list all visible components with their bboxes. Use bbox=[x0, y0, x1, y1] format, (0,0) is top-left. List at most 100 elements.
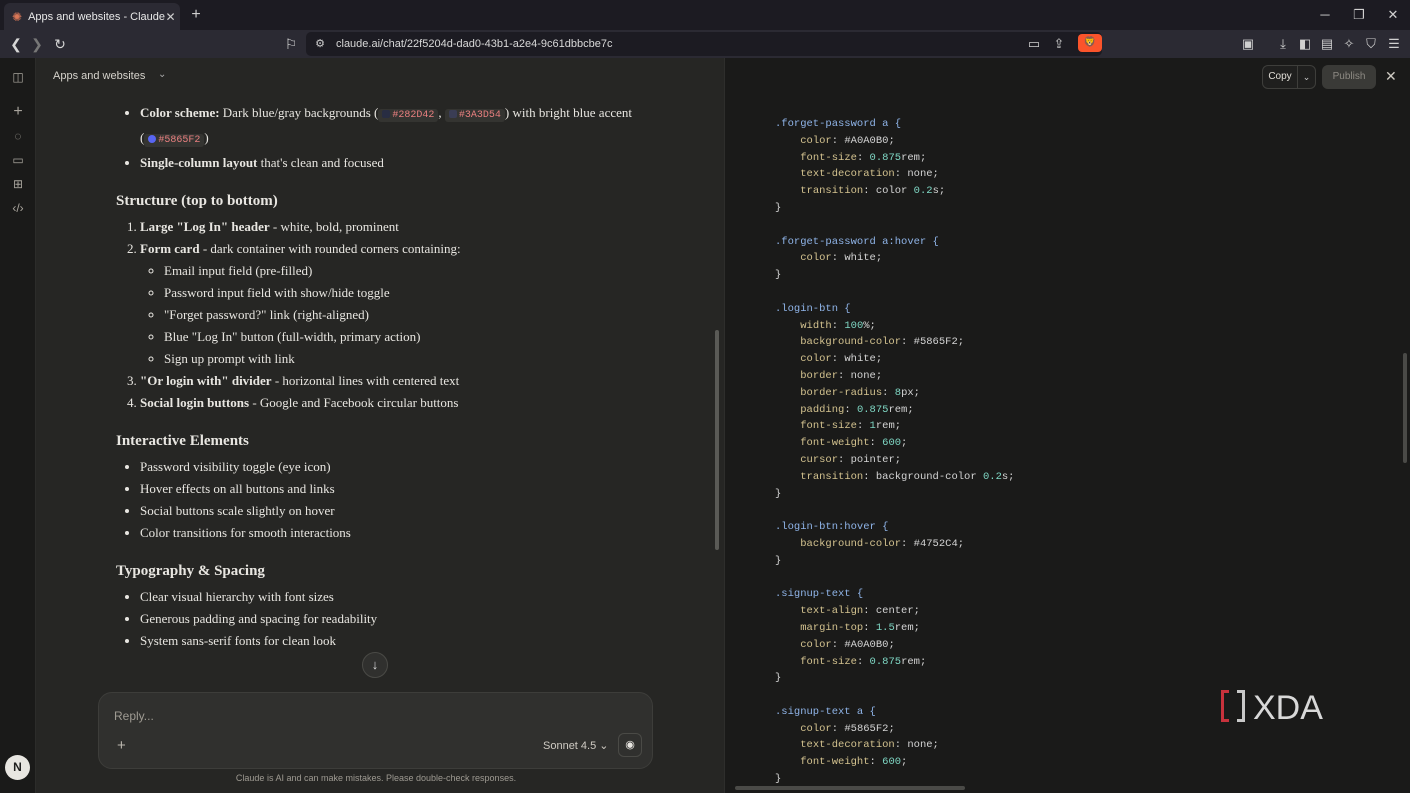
model-selector[interactable]: Sonnet 4.5 ⌄ bbox=[543, 739, 609, 752]
code-line: } bbox=[775, 269, 782, 282]
close-icon[interactable]: ✕ bbox=[1385, 68, 1397, 85]
xda-watermark-logo: XDA bbox=[1217, 686, 1353, 728]
watermark-text: XDA bbox=[1253, 689, 1323, 727]
projects-icon[interactable]: ▭ bbox=[9, 151, 27, 169]
wallet-icon[interactable]: ▤ bbox=[1319, 36, 1335, 52]
list-item: Social buttons scale slightly on hover bbox=[140, 500, 636, 522]
download-icon[interactable]: ⤓ bbox=[1275, 36, 1291, 52]
swatch-icon bbox=[448, 110, 457, 119]
tab-bar: ✺ Apps and websites - Claude ✕ + ─ ❐ ✕ bbox=[0, 0, 1410, 30]
copy-button[interactable]: Copy bbox=[1262, 65, 1298, 89]
list-item: System sans-serif fonts for clean look bbox=[140, 630, 636, 652]
code-line: background-color: #4752C4; bbox=[800, 537, 965, 550]
artifacts-icon[interactable]: ⊞ bbox=[9, 175, 27, 193]
address-bar[interactable]: ⚙ claude.ai/chat/22f5204d-dad0-43b1-a2e4… bbox=[306, 32, 1102, 56]
reader-icon[interactable]: ▣ bbox=[1240, 36, 1256, 52]
avatar[interactable]: N bbox=[5, 755, 30, 780]
new-chat-icon[interactable]: + bbox=[9, 103, 27, 121]
minimize-icon[interactable]: ─ bbox=[1315, 7, 1335, 22]
section-heading: Typography & Spacing bbox=[116, 563, 265, 579]
list-item: Clear visual hierarchy with font sizes bbox=[140, 586, 636, 608]
vpn-icon[interactable]: ⛉ bbox=[1363, 36, 1379, 52]
code-line: .signup-text { bbox=[775, 588, 864, 601]
color-chip: #5865F2 bbox=[144, 134, 205, 147]
close-tab-icon[interactable]: ✕ bbox=[165, 10, 176, 24]
list-item: Color scheme: Dark blue/gray backgrounds… bbox=[140, 102, 636, 152]
code-line: background-color: #5865F2; bbox=[800, 336, 965, 349]
reply-input[interactable] bbox=[114, 709, 634, 723]
sidebar-toggle-icon[interactable]: ◧ bbox=[1297, 36, 1313, 52]
code-line: color: #A0A0B0; bbox=[800, 134, 895, 147]
chat-title[interactable]: Apps and websites bbox=[53, 70, 145, 82]
code-icon[interactable]: ‹/› bbox=[9, 199, 27, 217]
swatch-icon bbox=[382, 110, 391, 119]
list-item: Password visibility toggle (eye icon) bbox=[140, 456, 636, 478]
chevron-down-icon[interactable]: ⌄ bbox=[1298, 65, 1316, 89]
bookmark-icon[interactable]: ⚐ bbox=[282, 35, 300, 53]
voice-mode-icon[interactable]: ◉ bbox=[618, 733, 642, 757]
sub-list-item: "Forget password?" link (right-aligned) bbox=[164, 304, 636, 326]
back-icon[interactable]: ❮ bbox=[7, 35, 25, 53]
window-close-icon[interactable]: ✕ bbox=[1383, 7, 1403, 23]
list-item: Single-column layout that's clean and fo… bbox=[140, 152, 636, 174]
list-item: Large "Log In" header - white, bold, pro… bbox=[140, 216, 636, 238]
chevron-down-icon[interactable]: ⌄ bbox=[158, 69, 166, 80]
leo-ai-icon[interactable]: ✧ bbox=[1341, 36, 1357, 52]
chat-scrollbar[interactable] bbox=[715, 330, 719, 550]
code-line: } bbox=[775, 487, 782, 500]
share-icon[interactable]: ⇪ bbox=[1051, 36, 1067, 52]
section-heading: Structure (top to bottom) bbox=[116, 193, 278, 209]
code-line: border-radius: 8px; bbox=[800, 386, 920, 399]
list-item: "Or login with" divider - horizontal lin… bbox=[140, 370, 636, 392]
restore-icon[interactable]: ❐ bbox=[1349, 7, 1369, 23]
scroll-to-bottom-button[interactable]: ↓ bbox=[362, 652, 388, 678]
code-horizontal-scrollbar[interactable] bbox=[735, 786, 965, 790]
sub-list-item: Password input field with show/hide togg… bbox=[164, 282, 636, 304]
browser-tab[interactable]: ✺ Apps and websites - Claude ✕ bbox=[4, 3, 180, 30]
code-line: transition: color 0.2s; bbox=[800, 185, 946, 198]
list-item: Form card - dark container with rounded … bbox=[140, 238, 636, 370]
code-line: .login-btn { bbox=[775, 302, 851, 315]
code-line: border: none; bbox=[800, 369, 883, 382]
code-line: } bbox=[775, 201, 782, 214]
code-line: font-weight: 600; bbox=[800, 437, 908, 450]
assistant-message: Color scheme: Dark blue/gray backgrounds… bbox=[116, 102, 636, 652]
list-item: Hover effects on all buttons and links bbox=[140, 478, 636, 500]
code-line: text-decoration: none; bbox=[800, 739, 939, 752]
code-line: transition: background-color 0.2s; bbox=[800, 470, 1015, 483]
chats-icon[interactable]: ◌ bbox=[9, 127, 27, 145]
chat-panel: Apps and websites ⌄ Color scheme: Dark b… bbox=[36, 58, 724, 793]
tab-title: Apps and websites - Claude bbox=[28, 10, 166, 23]
menu-icon[interactable]: ☰ bbox=[1386, 36, 1402, 52]
code-line: color: white; bbox=[800, 252, 883, 265]
cast-icon[interactable]: ▭ bbox=[1026, 36, 1042, 52]
reload-icon[interactable]: ↻ bbox=[51, 35, 69, 53]
code-line: color: #5865F2; bbox=[800, 722, 895, 735]
code-line: .signup-text a { bbox=[775, 705, 876, 718]
code-scrollbar[interactable] bbox=[1403, 353, 1407, 463]
code-line: color: white; bbox=[800, 353, 883, 366]
publish-button[interactable]: Publish bbox=[1322, 65, 1376, 89]
brave-shields-icon[interactable]: 🦁 bbox=[1078, 34, 1102, 52]
claude-sidebar-rail: ◫ + ◌ ▭ ⊞ ‹/› N bbox=[0, 58, 36, 793]
artifact-panel: Copy ⌄ Publish ✕ .forget-password a { co… bbox=[724, 58, 1410, 793]
code-line: .login-btn:hover { bbox=[775, 521, 889, 534]
code-line: } bbox=[775, 672, 782, 685]
forward-icon[interactable]: ❯ bbox=[28, 35, 46, 53]
add-attachment-icon[interactable]: + bbox=[117, 737, 126, 754]
site-info-icon[interactable]: ⚙ bbox=[312, 36, 328, 52]
disclaimer: Claude is AI and can make mistakes. Plea… bbox=[235, 773, 517, 783]
swatch-icon bbox=[148, 135, 157, 144]
new-tab-icon[interactable]: + bbox=[188, 6, 204, 24]
sidebar-toggle-icon[interactable]: ◫ bbox=[9, 68, 27, 86]
sub-list-item: Email input field (pre-filled) bbox=[164, 260, 636, 282]
code-line: cursor: pointer; bbox=[800, 453, 902, 466]
claude-favicon-icon: ✺ bbox=[12, 9, 23, 24]
code-view[interactable]: .forget-password a { color: #A0A0B0; fon… bbox=[775, 116, 1014, 788]
url-text[interactable]: claude.ai/chat/22f5204d-dad0-43b1-a2e4-9… bbox=[336, 38, 612, 50]
code-line: .forget-password a { bbox=[775, 118, 902, 130]
